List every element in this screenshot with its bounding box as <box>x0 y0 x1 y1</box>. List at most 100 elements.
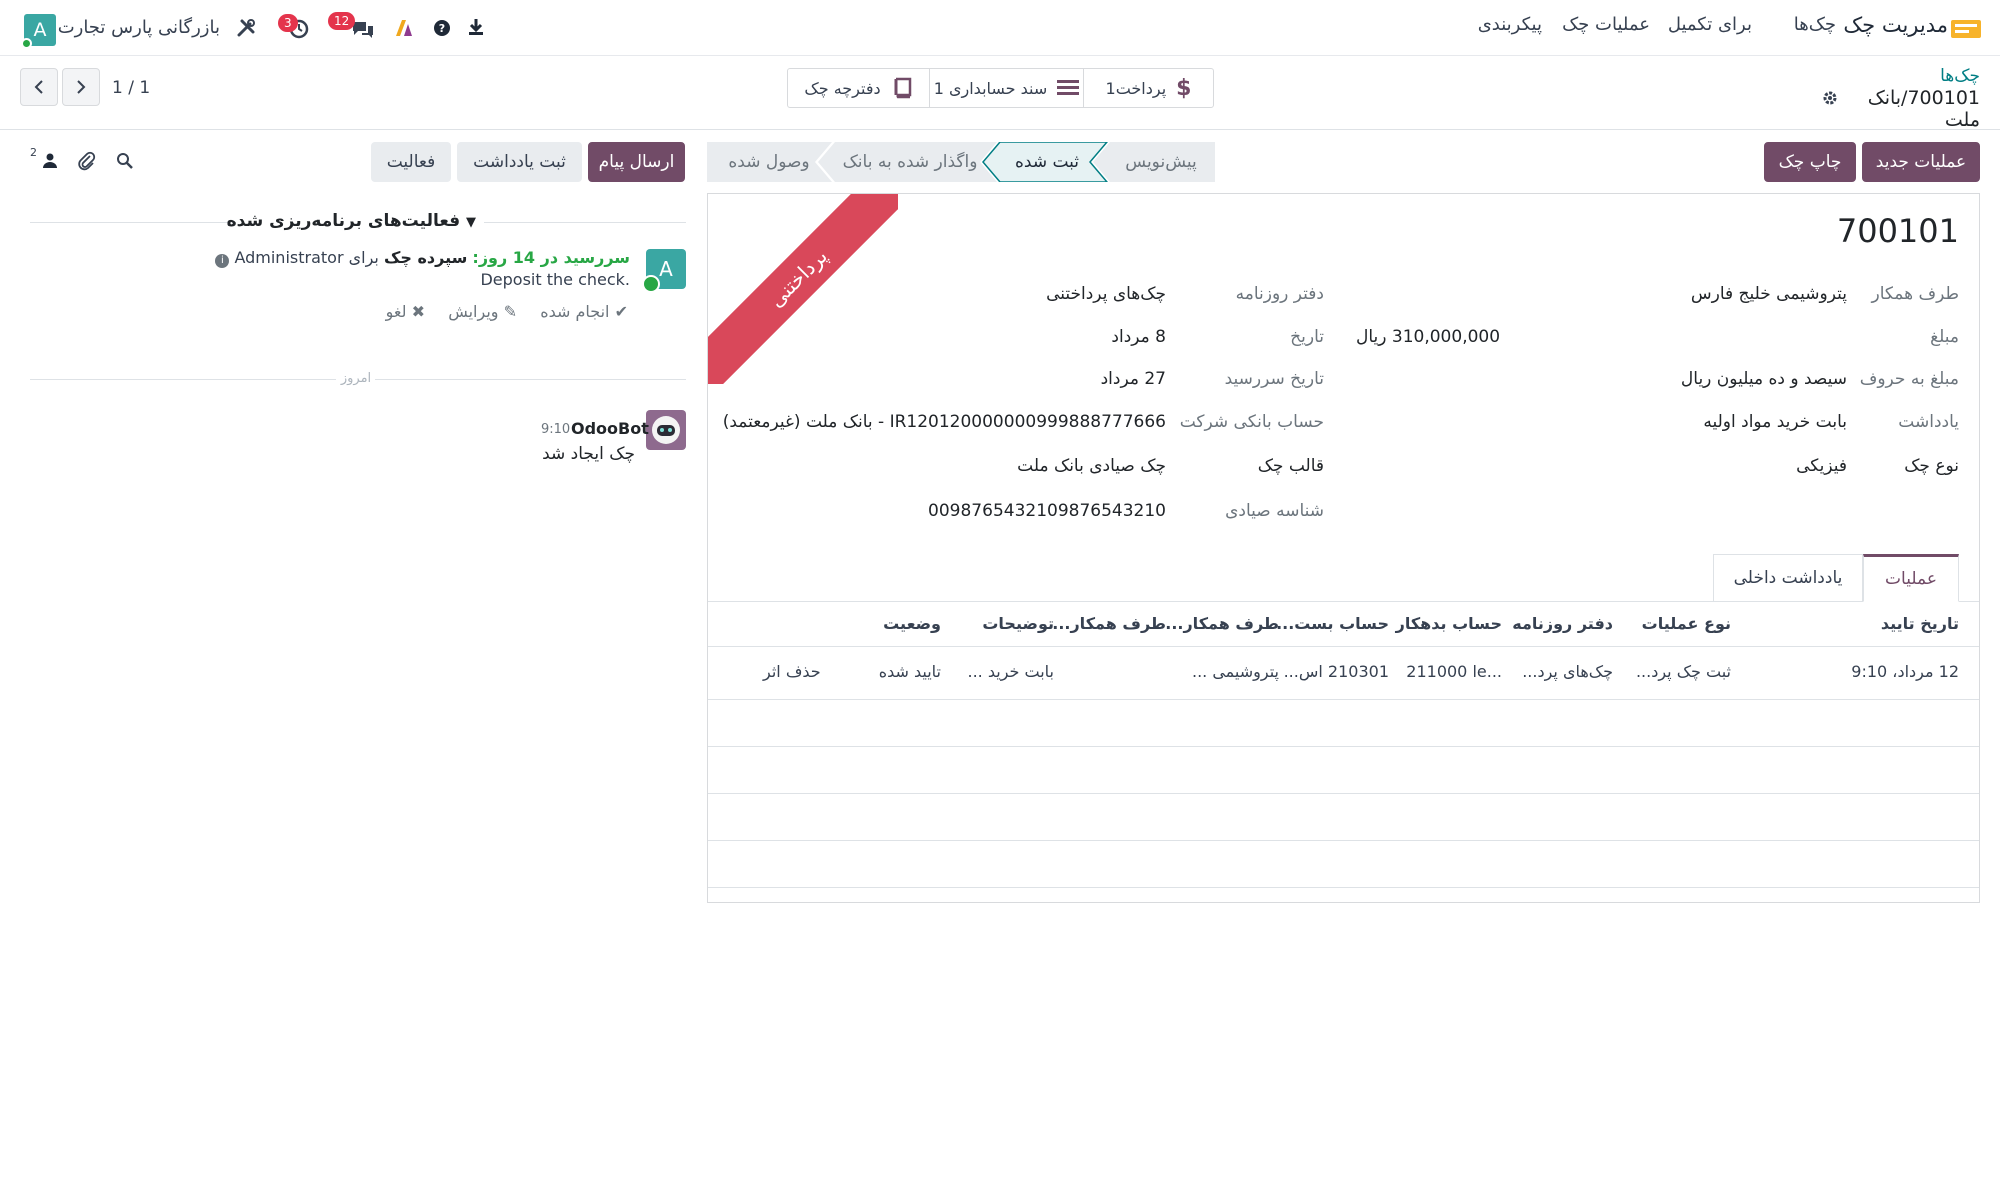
message-author[interactable]: OdooBot <box>571 419 649 438</box>
tab-internal-note[interactable]: یادداشت داخلی <box>1713 554 1863 601</box>
delete-effect-link[interactable]: حذف اثر <box>763 662 821 681</box>
user-icon <box>43 153 57 168</box>
menu-checks[interactable]: چک‌ها <box>1766 14 1836 35</box>
stage-draft[interactable]: پیش‌نویس <box>1107 142 1215 182</box>
due-date-value[interactable]: 27 مرداد <box>1101 369 1166 389</box>
ribbon-container: پرداختنی <box>708 194 898 384</box>
activity-edit-button[interactable]: ✎ ویرایش <box>448 302 517 321</box>
cell-status[interactable]: تایید شده <box>879 662 941 681</box>
activity-assignee: برای Administrator <box>234 248 379 267</box>
cell-journal[interactable]: چک‌های پرد... <box>1522 662 1613 681</box>
followers-button[interactable]: 2 <box>30 146 60 172</box>
cell-debit-account[interactable]: 211000 le... <box>1406 662 1502 681</box>
tab-operations[interactable]: عملیات <box>1863 554 1959 602</box>
row-separator <box>708 699 1979 700</box>
col-description[interactable]: توضیحات <box>982 614 1054 633</box>
gear-icon[interactable] <box>1822 90 1838 106</box>
new-operation-button[interactable]: عملیات جدید <box>1862 142 1980 182</box>
col-partner-2[interactable]: طرف همکار... <box>1052 614 1166 633</box>
accounting-doc-label: 1 سند حسابداری <box>933 78 1048 98</box>
amount-value[interactable]: 310,000,000 ریال <box>1356 327 1500 347</box>
cell-credit-account[interactable]: 210301 اس... <box>1284 662 1389 681</box>
pager-next-button[interactable] <box>62 68 100 106</box>
check-template-value[interactable]: چک صیادی بانک ملت <box>1017 456 1166 476</box>
breadcrumb-current: 700101/بانک ملت <box>1867 87 1980 131</box>
caret-down-icon: ▼ <box>466 215 476 230</box>
payment-smart-button[interactable]: 1پرداخت $ <box>1083 69 1213 107</box>
partner-value[interactable]: پتروشیمی خلیج فارس <box>1691 284 1847 304</box>
menu-to-complete[interactable]: برای تکمیل <box>1660 14 1752 35</box>
robot-icon <box>652 416 680 444</box>
menu-configuration[interactable]: پیکربندی <box>1458 14 1542 35</box>
cell-description[interactable]: بابت خرید ... <box>968 662 1055 681</box>
row-separator <box>708 840 1979 841</box>
cell-confirm-date[interactable]: 12 مرداد، 9:10 <box>1851 662 1959 681</box>
today-line-left <box>30 379 336 380</box>
col-journal[interactable]: دفتر روزنامه <box>1512 614 1613 633</box>
message-body: چک ایجاد شد <box>542 444 635 464</box>
date-label: تاریخ <box>1290 327 1324 347</box>
tab-operations-label: عملیات <box>1885 569 1937 589</box>
followers-count: 2 <box>30 146 37 159</box>
download-icon[interactable] <box>467 17 485 37</box>
info-icon[interactable]: i <box>215 254 230 268</box>
check-type-label: نوع چک <box>1904 456 1959 476</box>
row-separator <box>708 746 1979 747</box>
online-status-icon <box>21 38 32 49</box>
memo-value[interactable]: بابت خرید مواد اولیه <box>1703 412 1847 432</box>
payable-ribbon: پرداختنی <box>708 194 898 384</box>
planned-activities-toggle[interactable]: ▼ فعالیت‌های برنامه‌ریزی شده <box>227 211 476 231</box>
journal-value[interactable]: چک‌های پرداختنی <box>1046 284 1166 304</box>
journal-label: دفتر روزنامه <box>1235 284 1324 304</box>
header-separator <box>708 646 1979 647</box>
log-note-button[interactable]: ثبت یادداشت <box>457 142 582 182</box>
deposit-type-icon <box>642 275 660 293</box>
activity-done-button[interactable]: ✔ انجام شده <box>540 302 628 321</box>
app-icon[interactable] <box>1950 18 1984 40</box>
col-partner-1[interactable]: طرف همکار... <box>1165 614 1279 633</box>
attachment-icon[interactable] <box>78 150 96 172</box>
chevron-left-icon <box>34 80 43 94</box>
today-separator: امروز <box>340 371 372 386</box>
col-credit-account[interactable]: حساب بست... <box>1276 614 1389 633</box>
menu-check-operations[interactable]: عملیات چک <box>1550 14 1650 35</box>
search-icon[interactable] <box>116 152 134 170</box>
check-type-value[interactable]: فیزیکی <box>1796 456 1847 476</box>
control-panel: چک‌ها 700101/بانک ملت 1پرداخت $ 1 سند حس… <box>0 56 2000 131</box>
ai-assistant-icon[interactable] <box>394 18 416 38</box>
cell-operation-type[interactable]: ثبت چک پرد... <box>1636 662 1731 681</box>
cell-partner-1[interactable]: پتروشیمی ... <box>1192 662 1279 681</box>
send-message-button[interactable]: ارسال پیام <box>588 142 685 182</box>
col-debit-account[interactable]: حساب بدهکار <box>1396 614 1502 633</box>
sayadi-id-value[interactable]: 0098765432109876543210 <box>928 501 1166 521</box>
print-check-button[interactable]: چاپ چک <box>1764 142 1856 182</box>
pager-prev-button[interactable] <box>20 68 58 106</box>
activity-button[interactable]: فعالیت <box>371 142 451 182</box>
checkbook-smart-button[interactable]: دفترچه چک <box>788 69 929 107</box>
activity-note: Deposit the check. <box>480 270 630 289</box>
col-operation-type[interactable]: نوع عملیات <box>1642 614 1731 633</box>
stage-collected[interactable]: وصول شده <box>707 142 831 182</box>
pager-value[interactable]: 1 / 1 <box>112 78 150 98</box>
activity-cancel-button[interactable]: ✖ لغو <box>386 302 425 321</box>
statusbar: پیش‌نویس ثبت شده واگذار شده به بانک وصول… <box>707 142 1215 182</box>
accounting-doc-smart-button[interactable]: 1 سند حسابداری <box>929 69 1083 107</box>
amount-words-label: مبلغ به حروف <box>1859 369 1959 389</box>
check-icon: ✔ <box>614 302 628 321</box>
payment-label: 1پرداخت <box>1105 78 1167 98</box>
amount-words-value: سیصد و ده میلیون ریال <box>1680 369 1847 389</box>
stage-deposited-bank[interactable]: واگذار شده به بانک <box>827 142 993 182</box>
company-bank-value[interactable]: IR120120000000999888777666 - بانک ملت (غ… <box>723 412 1166 432</box>
help-icon[interactable]: ? <box>434 20 450 36</box>
company-switcher[interactable]: بازرگانی پارس تجارت <box>58 17 220 38</box>
record-title: 700101 <box>1836 212 1959 250</box>
col-confirm-date[interactable]: تاریخ تایید <box>1881 614 1959 633</box>
date-value[interactable]: 8 مرداد <box>1111 327 1166 347</box>
debug-tools-icon[interactable] <box>236 18 256 38</box>
user-avatar[interactable]: A <box>21 14 56 49</box>
messages-count-badge: 12 <box>328 12 356 30</box>
col-status[interactable]: وضعیت <box>883 614 941 633</box>
stage-posted[interactable]: ثبت شده <box>991 142 1103 182</box>
row-separator <box>708 887 1979 888</box>
breadcrumb-parent[interactable]: چک‌ها <box>1880 66 1980 86</box>
